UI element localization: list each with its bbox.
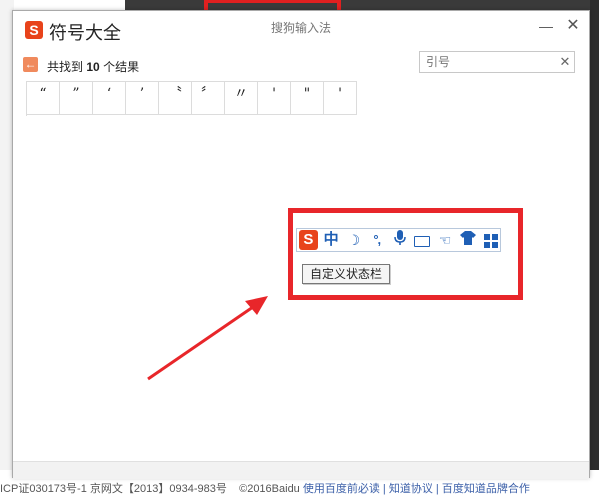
- symbol-dialog: S 符号大全 搜狗输入法 — ✕ ← 共找到 10 个结果 ✕ “ ” ‘ ’ …: [12, 10, 590, 479]
- footer-icp: ICP证030173号-1: [0, 483, 87, 495]
- background-footer: ICP证030173号-1 京网文【2013】0934-983号 ©2016Ba…: [0, 480, 599, 498]
- footer-link-terms[interactable]: 使用百度前必读: [303, 483, 380, 495]
- footer-copyright: ©2016Baidu: [239, 483, 300, 495]
- dialog-bottom-bar: [13, 461, 589, 479]
- arrow-annotation: [147, 296, 268, 381]
- footer-link-brand[interactable]: 百度知道品牌合作: [442, 483, 530, 495]
- background-image-right: [590, 0, 599, 470]
- footer-link-protocol[interactable]: 知道协议: [389, 483, 433, 495]
- footer-net: 京网文【2013】0934-983号: [89, 483, 227, 495]
